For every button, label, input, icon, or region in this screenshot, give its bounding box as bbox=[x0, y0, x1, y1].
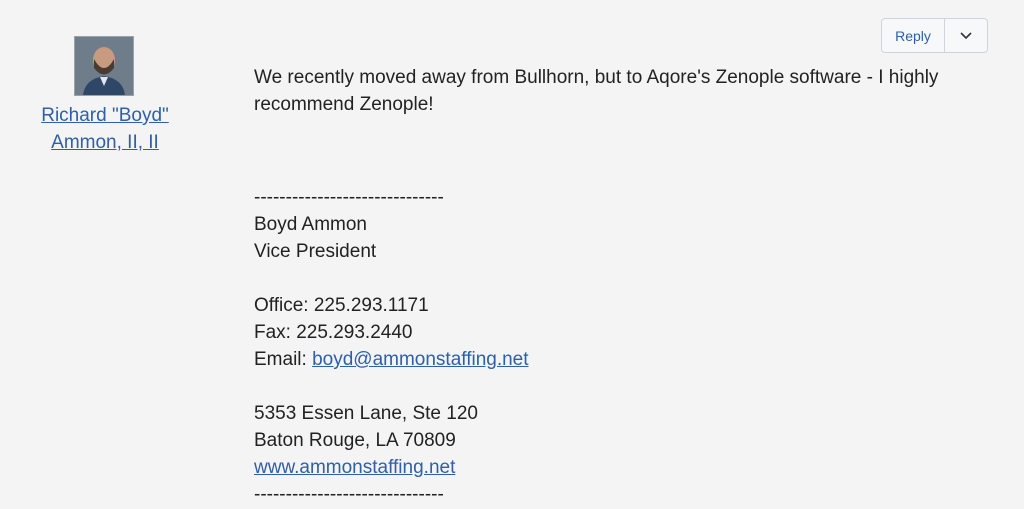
message-body: We recently moved away from Bullhorn, bu… bbox=[254, 64, 974, 508]
address-line2: Baton Rouge, LA 70809 bbox=[254, 430, 456, 451]
email-label: Email: bbox=[254, 349, 307, 370]
author-name-link[interactable]: Richard "Boyd" Ammon, II, II bbox=[20, 102, 190, 156]
post-author: Richard "Boyd" Ammon, II, II bbox=[20, 36, 190, 156]
author-name-line1[interactable]: Richard "Boyd" bbox=[41, 105, 169, 126]
person-photo-icon bbox=[75, 37, 133, 95]
message-text: We recently moved away from Bullhorn, bu… bbox=[254, 67, 939, 115]
signature-divider-bottom: ------------------------------ bbox=[254, 484, 444, 505]
email-link[interactable]: boyd@ammonstaffing.net bbox=[312, 349, 528, 370]
more-actions-button[interactable] bbox=[944, 19, 987, 52]
address-line1: 5353 Essen Lane, Ste 120 bbox=[254, 403, 478, 424]
reply-button-group: Reply bbox=[881, 18, 988, 53]
fax-number: 225.293.2440 bbox=[296, 322, 413, 343]
fax-label: Fax: bbox=[254, 322, 291, 343]
signature-title: Vice President bbox=[254, 241, 377, 262]
signature-email: Email: boyd@ammonstaffing.net bbox=[254, 346, 974, 373]
signature-spacer bbox=[254, 265, 974, 292]
office-label: Office: bbox=[254, 295, 309, 316]
author-name-line2[interactable]: Ammon, II, II bbox=[51, 132, 159, 153]
reply-button[interactable]: Reply bbox=[882, 19, 944, 52]
chevron-down-icon bbox=[960, 31, 972, 39]
office-phone: 225.293.1171 bbox=[313, 295, 429, 316]
website-link[interactable]: www.ammonstaffing.net bbox=[254, 457, 455, 478]
signature-fax: Fax: 225.293.2440 bbox=[254, 319, 974, 346]
signature-spacer bbox=[254, 373, 974, 400]
signature-office: Office: 225.293.1171 bbox=[254, 292, 974, 319]
avatar[interactable] bbox=[74, 36, 134, 96]
signature-name: Boyd Ammon bbox=[254, 214, 367, 235]
signature-divider-top: ------------------------------ bbox=[254, 187, 444, 208]
